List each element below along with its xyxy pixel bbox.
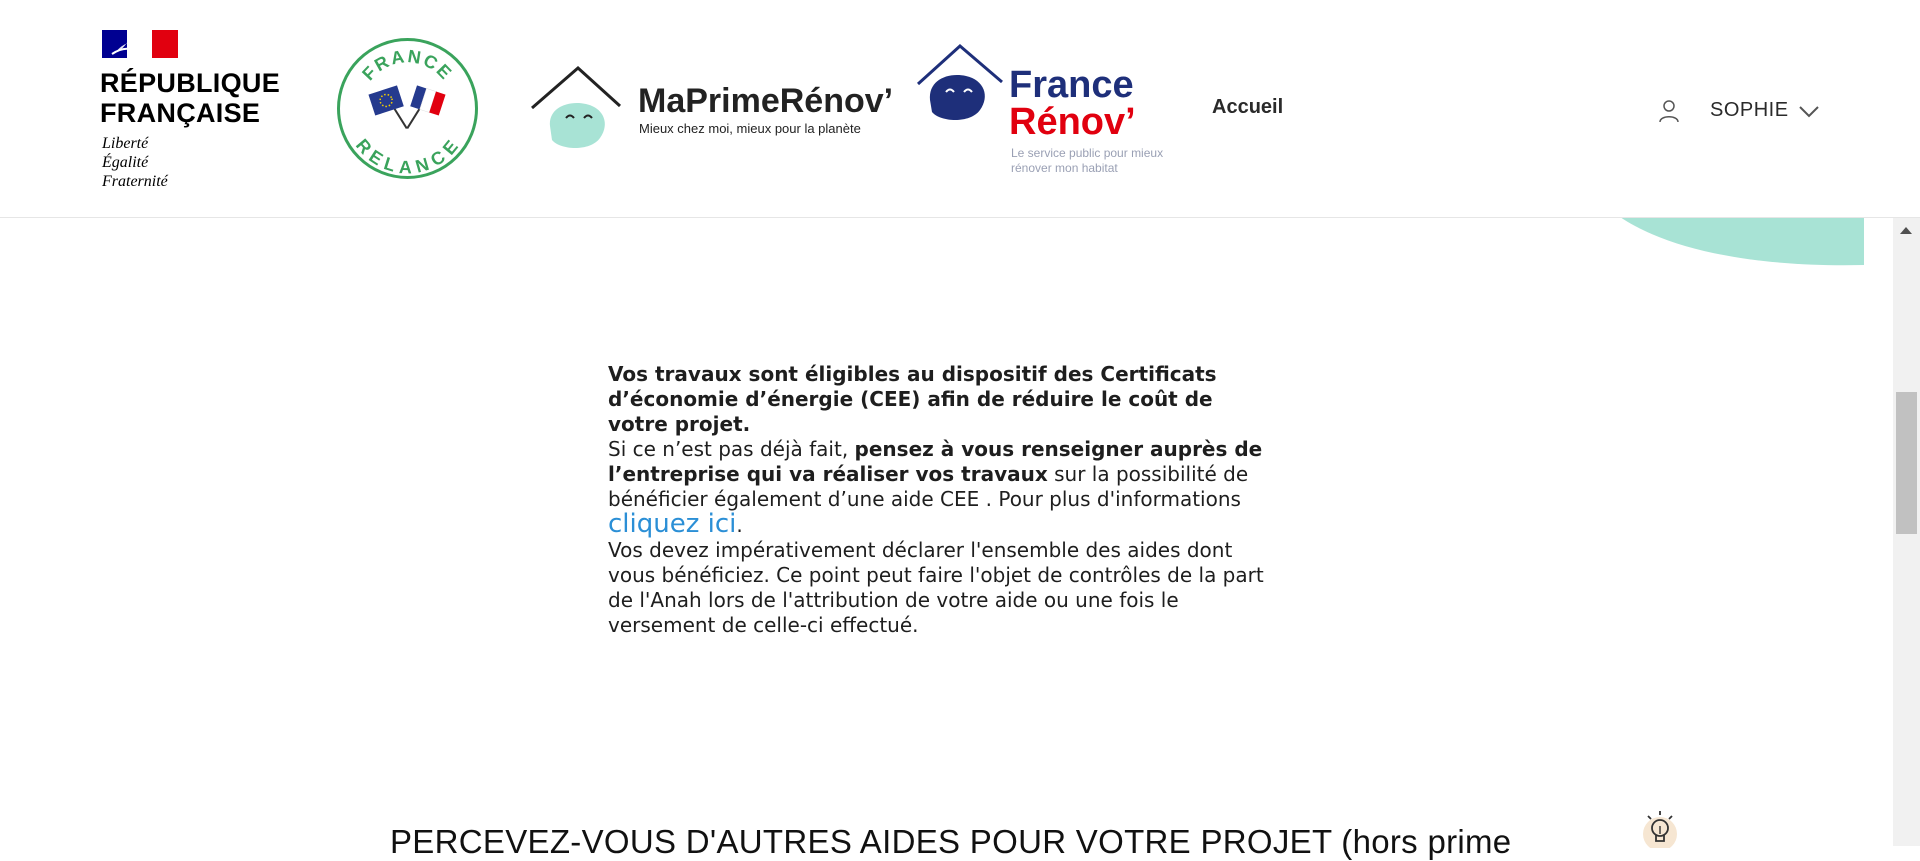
maprimerenov-house-icon <box>531 66 622 148</box>
cee-info-block: Vos travaux sont éligibles au dispositif… <box>608 362 1268 638</box>
republique-motto: Liberté Égalité Fraternité <box>102 134 222 191</box>
scrollbar-thumb[interactable] <box>1896 392 1917 534</box>
user-icon <box>1659 100 1679 123</box>
maprimerenov-tagline: Mieux chez moi, mieux pour la planète <box>639 121 861 136</box>
site-header: RÉPUBLIQUE FRANÇAISE Liberté Égalité Fra… <box>0 0 1920 218</box>
eu-flag-icon <box>368 85 408 129</box>
republique-title-line2: FRANÇAISE <box>100 98 261 128</box>
scroll-up-arrow-icon[interactable] <box>1899 224 1913 236</box>
france-renov-line1: France <box>1009 64 1134 106</box>
french-flag-icon <box>406 85 446 129</box>
nav-accueil-link[interactable]: Accueil <box>1212 96 1283 119</box>
france-relance-logo[interactable]: FRANCE RELANCE <box>336 37 479 180</box>
lightbulb-icon <box>1643 811 1677 848</box>
republique-title-line1: RÉPUBLIQUE <box>100 68 281 98</box>
maprimerenov-name: MaPrimeRénov’ <box>638 82 894 120</box>
cliquez-ici-link[interactable]: cliquez ici <box>608 509 736 539</box>
decorative-mint-shape <box>1620 217 1864 266</box>
cee-advice-text: Si ce n’est pas déjà fait, pensez à vous… <box>608 437 1263 539</box>
marianne-flag-icon <box>102 30 178 58</box>
relance-top-text: FRANCE <box>358 46 456 84</box>
chevron-down-icon[interactable] <box>1798 105 1820 119</box>
cee-eligibility-text: Vos travaux sont éligibles au dispositif… <box>608 362 1217 436</box>
motto-liberte: Liberté <box>102 135 149 152</box>
republique-title: RÉPUBLIQUE FRANÇAISE <box>100 68 300 128</box>
declaration-notice-text: Vos devez impérativement déclarer l'ense… <box>608 538 1264 637</box>
france-renov-tagline: Le service public pour mieux rénover mon… <box>1011 146 1164 175</box>
france-renov-house-icon <box>916 44 1003 120</box>
section-title-autres-aides: PERCEVEZ-VOUS D'AUTRES AIDES POUR VOTRE … <box>390 823 1512 860</box>
user-name: SOPHIE <box>1710 99 1789 121</box>
relance-bottom-text: RELANCE <box>352 135 463 177</box>
motto-fraternite: Fraternité <box>102 173 168 190</box>
motto-egalite: Égalité <box>102 154 149 171</box>
france-renov-line2: Rénov’ <box>1009 101 1136 143</box>
